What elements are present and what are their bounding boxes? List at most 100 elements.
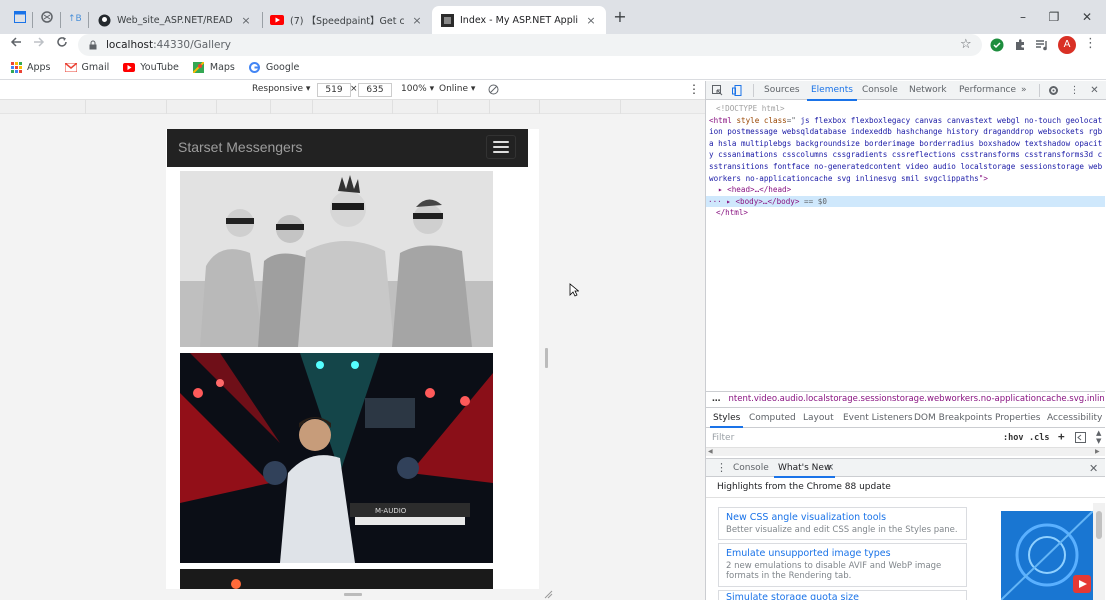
feature-title[interactable]: Simulate storage quota size — [726, 592, 959, 600]
filter-input[interactable]: Filter — [712, 433, 734, 443]
close-drawer-icon[interactable]: ✕ — [1089, 462, 1098, 475]
new-tab-button[interactable]: + — [612, 9, 628, 25]
resize-handle-right[interactable] — [545, 348, 548, 368]
tab-actions-icon[interactable] — [12, 9, 28, 25]
breadcrumb-more-icon[interactable]: … — [712, 394, 721, 404]
tab-sources[interactable]: Sources — [764, 85, 800, 95]
resize-handle-bottom[interactable] — [344, 593, 362, 596]
tab-strip: ↑B Web_site_ASP.NET/README.md × (7) 【Spe… — [0, 0, 1106, 34]
dom-doctype[interactable]: <!DOCTYPE html> — [706, 103, 1105, 115]
tab-youtube[interactable]: (7) 【Speedpaint】Get comfy with × — [262, 6, 432, 34]
media-control-icon[interactable] — [1035, 38, 1049, 52]
viewport-width-input[interactable]: 519 — [317, 83, 351, 97]
media-query-ruler[interactable] — [0, 100, 705, 114]
dom-head-node[interactable]: ▸ <head>…</head> — [706, 184, 1105, 196]
tab-console[interactable]: Console — [862, 85, 898, 95]
hover-state-button[interactable]: :hov — [1003, 433, 1023, 443]
device-toggle-icon[interactable] — [731, 84, 744, 97]
tab-title: (7) 【Speedpaint】Get comfy with — [290, 16, 404, 27]
maximize-button[interactable]: ❐ — [1044, 8, 1064, 26]
device-mode-select[interactable]: Responsive ▾ — [252, 84, 310, 94]
dom-body-node[interactable]: ··· ▸ <body>…</body> == $0 — [706, 195, 1105, 208]
site-brand[interactable]: Starset Messengers — [178, 139, 303, 155]
close-icon[interactable]: × — [239, 14, 253, 27]
bookmark-google[interactable]: Google — [249, 62, 299, 74]
chrome-menu-icon[interactable]: ⋮ — [1084, 36, 1097, 51]
settings-gear-icon[interactable] — [1047, 84, 1060, 97]
navbar-toggle-button[interactable] — [486, 135, 516, 159]
horizontal-scrollbar[interactable]: ◀ ▶ — [706, 448, 1105, 456]
rotate-icon[interactable] — [488, 84, 499, 98]
new-rule-button[interactable]: + — [1058, 430, 1065, 443]
more-tabs-button[interactable]: » — [1021, 85, 1027, 95]
bookmark-youtube[interactable]: YouTube — [123, 62, 179, 74]
dom-tree[interactable]: <!DOCTYPE html> <html style class=" js f… — [706, 103, 1105, 219]
youtube-icon — [123, 62, 136, 74]
subtab-styles[interactable]: Styles — [709, 413, 744, 428]
bookmark-maps[interactable]: Maps — [193, 62, 235, 74]
close-devtools-icon[interactable]: ✕ — [1088, 84, 1101, 97]
subtab-dom-breakpoints[interactable]: DOM Breakpoints — [914, 413, 992, 423]
class-toggle-button[interactable]: .cls — [1029, 433, 1049, 443]
bookmark-apps[interactable]: Apps — [10, 62, 51, 74]
drawer-menu-icon[interactable]: ⋮ — [716, 461, 727, 474]
forward-button[interactable] — [30, 36, 48, 54]
tab-title: Web_site_ASP.NET/README.md — [117, 14, 233, 26]
pinned-tab-icon[interactable] — [39, 9, 55, 25]
viewport-height-input[interactable]: 635 — [358, 83, 392, 97]
feature-card[interactable]: Emulate unsupported image types 2 new em… — [718, 543, 967, 587]
extension-check-icon[interactable] — [990, 38, 1004, 52]
tab-github-readme[interactable]: Web_site_ASP.NET/README.md × — [89, 6, 261, 34]
feature-card[interactable]: New CSS angle visualization tools Better… — [718, 507, 967, 540]
github-icon — [97, 13, 111, 27]
whats-new-promo-image — [1001, 511, 1093, 600]
dom-html-node[interactable]: <html style class=" js flexbox flexboxle… — [706, 115, 1105, 185]
computed-toggle-icon[interactable] — [1075, 432, 1086, 446]
reload-button[interactable] — [53, 36, 71, 54]
scroll-arrows-icon[interactable]: ▲ ▼ — [1096, 429, 1101, 445]
vertical-scrollbar[interactable] — [1093, 503, 1105, 600]
subtab-computed[interactable]: Computed — [749, 413, 796, 423]
tab-active-index[interactable]: Index - My ASP.NET Application × — [432, 6, 606, 34]
close-icon[interactable]: × — [584, 14, 598, 27]
pinned-tab-icon[interactable]: ↑B — [67, 9, 83, 25]
feature-title[interactable]: New CSS angle visualization tools — [726, 512, 959, 524]
drawer-tab-console[interactable]: Console — [733, 463, 769, 473]
zoom-select[interactable]: 100% ▾ — [401, 84, 434, 94]
subtab-accessibility[interactable]: Accessibility — [1047, 413, 1102, 423]
bookmark-gmail[interactable]: Gmail — [64, 62, 109, 74]
styles-filter[interactable]: Filter :hov .cls + ▲ ▼ — [706, 428, 1105, 448]
subtab-layout[interactable]: Layout — [803, 413, 834, 423]
puzzle-icon[interactable] — [1013, 38, 1027, 52]
resize-corner-icon[interactable] — [543, 589, 553, 599]
window-close-button[interactable]: ✕ — [1077, 8, 1097, 26]
network-throttle-select[interactable]: Online ▾ — [439, 84, 475, 94]
close-icon[interactable]: × — [826, 462, 834, 473]
site-favicon-icon — [440, 13, 454, 27]
bookmark-label: Apps — [27, 62, 51, 73]
tab-network[interactable]: Network — [909, 85, 947, 95]
bookmark-label: Maps — [209, 62, 235, 73]
address-bar[interactable]: localhost:44330/Gallery — [78, 34, 982, 56]
minimize-button[interactable]: – — [1013, 8, 1033, 26]
drawer-tabbar: ⋮ Console What's New × ✕ — [706, 458, 1105, 478]
devtools-menu-icon[interactable]: ⋮ — [1068, 84, 1081, 97]
dom-breadcrumb[interactable]: … ntent.video.audio.localstorage.sessions… — [706, 391, 1105, 408]
bookmark-star-icon[interactable]: ☆ — [960, 37, 972, 52]
dom-html-end[interactable]: </html> — [706, 207, 1105, 219]
drawer-tab-whats-new[interactable]: What's New — [773, 463, 836, 478]
tab-elements[interactable]: Elements — [807, 85, 857, 101]
profile-avatar[interactable]: A — [1058, 36, 1076, 54]
close-icon[interactable]: × — [410, 14, 424, 27]
feature-title[interactable]: Emulate unsupported image types — [726, 548, 959, 560]
subtab-properties[interactable]: Properties — [995, 413, 1040, 423]
devtools-panel: Sources Elements Console Network Perform… — [705, 81, 1106, 600]
device-more-icon[interactable]: ⋮ — [688, 82, 700, 96]
feature-card[interactable]: Simulate storage quota size — [718, 590, 967, 600]
back-button[interactable] — [7, 36, 25, 54]
subtab-event-listeners[interactable]: Event Listeners — [843, 413, 913, 423]
inspect-element-icon[interactable] — [711, 84, 724, 97]
tab-performance[interactable]: Performance — [959, 85, 1016, 95]
tab-title: Index - My ASP.NET Application — [460, 14, 578, 26]
arrow-right-icon — [34, 37, 45, 47]
